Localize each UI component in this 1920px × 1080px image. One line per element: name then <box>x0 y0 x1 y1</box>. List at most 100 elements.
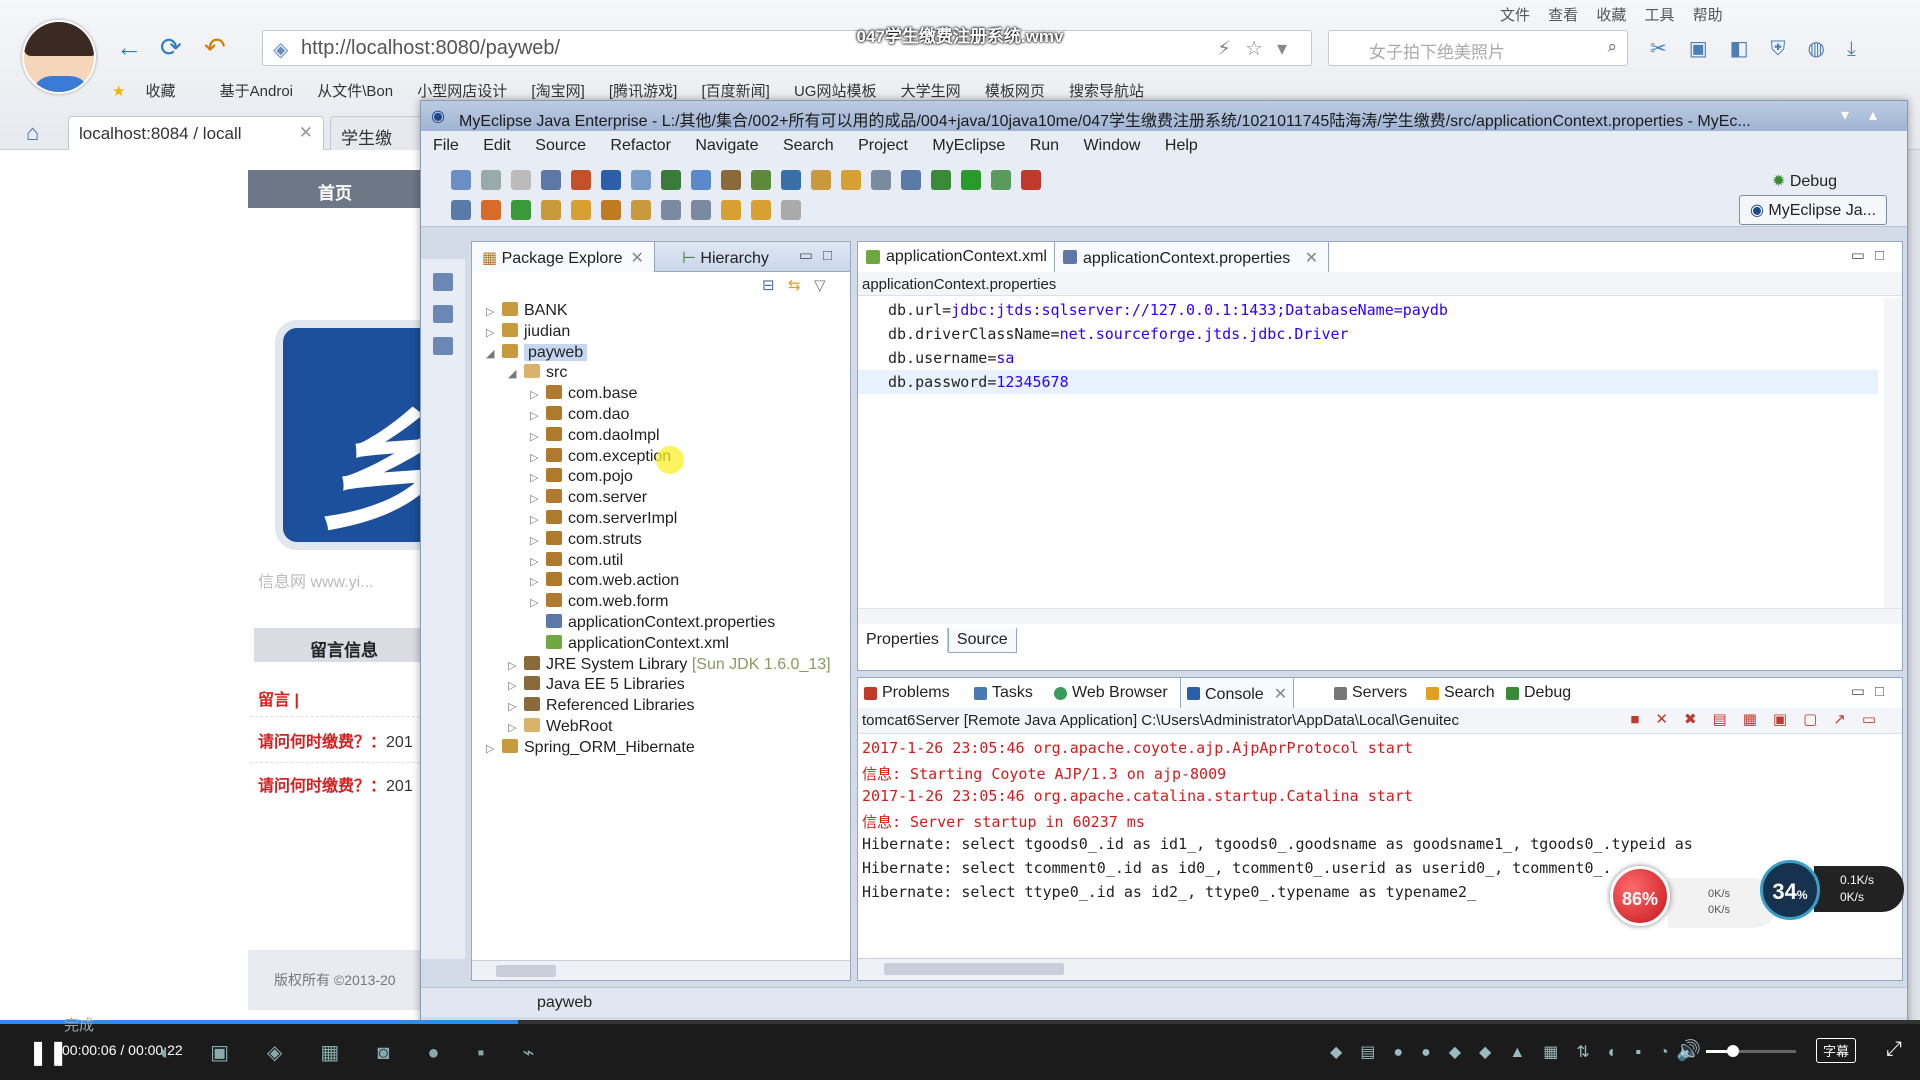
toolbar-icon-1[interactable] <box>451 170 471 190</box>
toolbar-icon-7[interactable] <box>631 170 651 190</box>
favorite-item[interactable]: 小型网店设计 <box>417 83 507 100</box>
toolbar-icon-11[interactable] <box>751 170 771 190</box>
toolbar2-icon-4[interactable] <box>541 200 561 220</box>
expand-toggle-icon[interactable]: ▷ <box>486 305 500 318</box>
outline-icon[interactable] <box>433 305 453 323</box>
toolbar-icon-5[interactable] <box>571 170 591 190</box>
vertical-scrollbar[interactable] <box>1884 298 1902 608</box>
tree-item[interactable]: applicationContext.xml <box>530 634 729 657</box>
toolbar2-icon-11[interactable] <box>751 200 771 220</box>
tree-item[interactable]: ▷ com.struts <box>530 530 642 553</box>
toolbar2-icon-9[interactable] <box>691 200 711 220</box>
favorite-item[interactable]: [淘宝网] <box>531 83 584 100</box>
toolbar-icon-20[interactable] <box>1021 170 1041 190</box>
tree-item[interactable]: ▷ Java EE 5 Libraries <box>508 676 685 698</box>
message-item[interactable]: 请问何时缴费？：201 <box>258 772 413 796</box>
toolbar-icon-6[interactable] <box>601 170 621 190</box>
menu-project[interactable]: Project <box>858 137 908 154</box>
toolbar-icon-12[interactable] <box>781 170 801 190</box>
tab-search[interactable]: Search <box>1420 678 1501 708</box>
expand-toggle-icon[interactable]: ▷ <box>486 326 500 339</box>
toolbar-icon-14[interactable] <box>841 170 861 190</box>
volume-knob[interactable] <box>1727 1045 1739 1057</box>
volume-slider[interactable] <box>1706 1045 1796 1057</box>
toolbar2-icon-5[interactable] <box>571 200 591 220</box>
tree-item[interactable]: ▷ com.serverImpl <box>530 510 677 532</box>
horizontal-scrollbar[interactable] <box>858 608 1902 624</box>
expand-toggle-icon[interactable]: ▷ <box>530 492 544 505</box>
expand-toggle-icon[interactable]: ▷ <box>486 742 500 755</box>
expand-toggle-icon[interactable]: ▷ <box>508 700 522 713</box>
toolbar-icon-15[interactable] <box>871 170 891 190</box>
tree-item[interactable]: ▷ jiudian <box>486 322 570 345</box>
message-item[interactable]: 请问何时缴费？：201 <box>258 728 413 752</box>
menu-myeclipse[interactable]: MyEclipse <box>932 137 1005 154</box>
tab-applicationcontext-properties[interactable]: applicationContext.properties ✕ <box>1054 242 1330 272</box>
cpu-widget[interactable]: 34% <box>1760 860 1820 920</box>
tab-package-explorer[interactable]: ▦ Package Explore ✕ <box>472 242 655 272</box>
toolbar-icon-9[interactable] <box>691 170 711 190</box>
expand-toggle-icon[interactable]: ▷ <box>530 430 544 443</box>
task-list-icon[interactable] <box>433 337 453 355</box>
menu-file[interactable]: File <box>433 137 459 154</box>
favorite-item[interactable]: [百度新闻] <box>701 83 769 100</box>
toolbar2-icon-1[interactable] <box>451 200 471 220</box>
favorite-item[interactable]: 大学生网 <box>901 83 961 100</box>
close-icon[interactable]: ✕ <box>1274 686 1287 703</box>
tab-applicationcontext-xml[interactable]: applicationContext.xml <box>858 242 1057 272</box>
expand-toggle-icon[interactable]: ▷ <box>530 534 544 547</box>
horizontal-scrollbar[interactable] <box>472 960 850 980</box>
minimize-maximize-icon[interactable]: ▭□ <box>799 246 842 264</box>
toolbar-icon-2[interactable] <box>481 170 501 190</box>
favorite-item[interactable]: UG网站模板 <box>794 83 877 100</box>
toolbar-icon-4[interactable] <box>541 170 561 190</box>
restore-icon[interactable] <box>433 273 453 291</box>
menu-help[interactable]: Help <box>1165 137 1198 154</box>
tree-item[interactable]: ◢ payweb <box>486 343 588 366</box>
favorite-item[interactable]: 搜索导航站 <box>1069 83 1144 100</box>
minimize-maximize-icon[interactable]: ▭□ <box>1851 246 1894 264</box>
browser-tab[interactable]: 学生缴 <box>330 116 430 150</box>
toolbar2-icon-3[interactable] <box>511 200 531 220</box>
collapse-all-icon[interactable]: ⊟ <box>762 276 775 294</box>
nav-home[interactable]: 首页 <box>248 170 440 208</box>
memory-widget[interactable]: 86% <box>1610 866 1670 926</box>
tree-item[interactable]: ▷ com.base <box>530 385 637 407</box>
toolbar2-icon-6[interactable] <box>601 200 621 220</box>
expand-toggle-icon[interactable]: ◢ <box>508 367 522 380</box>
toolbar2-icon-2[interactable] <box>481 200 501 220</box>
tab-tasks[interactable]: Tasks <box>968 678 1039 708</box>
expand-toggle-icon[interactable]: ▷ <box>508 679 522 692</box>
favorite-item[interactable]: 模板网页 <box>985 83 1045 100</box>
toolbar-icon-18[interactable] <box>961 170 981 190</box>
view-menu-icon[interactable]: ▽ <box>814 276 826 294</box>
menu-search[interactable]: Search <box>783 137 834 154</box>
expand-toggle-icon[interactable]: ▷ <box>530 555 544 568</box>
tab-console[interactable]: Console ✕ <box>1180 678 1295 708</box>
fullscreen-icon[interactable]: ⤢ <box>1886 1038 1902 1061</box>
tab-source[interactable]: Source <box>947 628 1017 653</box>
progress-track[interactable] <box>0 1020 1920 1024</box>
tab-problems[interactable]: Problems <box>858 678 956 708</box>
home-icon[interactable]: ⌂ <box>26 120 39 146</box>
toolbar2-icon-7[interactable] <box>631 200 651 220</box>
tab-web-browser[interactable]: Web Browser <box>1048 678 1174 708</box>
tree-item[interactable]: ▷ JRE System Library [Sun JDK 1.6.0_13] <box>508 655 831 678</box>
tree-item[interactable]: ▷ WebRoot <box>508 718 612 740</box>
expand-toggle-icon[interactable]: ◢ <box>486 347 500 360</box>
system-tray-icons[interactable]: ◆▤●●◆◆▲▦⇅◐▪◔ <box>1330 1042 1687 1062</box>
expand-toggle-icon[interactable]: ▷ <box>530 575 544 588</box>
expand-toggle-icon[interactable]: ▷ <box>530 596 544 609</box>
menu-window[interactable]: Window <box>1084 137 1141 154</box>
favorite-item[interactable]: 基于Androi <box>220 83 293 100</box>
expand-toggle-icon[interactable]: ▷ <box>508 659 522 672</box>
tree-item[interactable]: ▷ com.daoImpl <box>530 426 660 449</box>
tree-item[interactable]: ▷ com.dao <box>530 406 629 428</box>
close-icon[interactable]: ✕ <box>299 123 313 143</box>
expand-toggle-icon[interactable]: ▷ <box>530 409 544 422</box>
favorite-item[interactable]: ★ 收藏 <box>112 83 195 100</box>
window-titlebar[interactable]: ◉ MyEclipse Java Enterprise - L:/其他/集合/0… <box>421 101 1907 131</box>
message-link[interactable]: 留言 | <box>258 686 299 710</box>
code-editor[interactable]: db.url=jdbc:jtds:sqlserver://127.0.0.1:1… <box>858 298 1878 394</box>
toolbar-icon-8[interactable] <box>661 170 681 190</box>
